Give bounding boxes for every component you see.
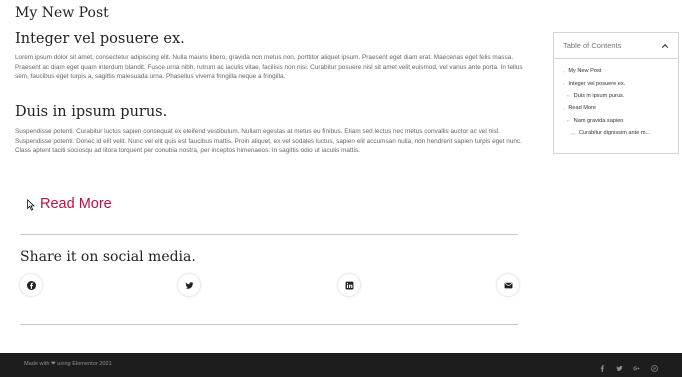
- toc-item-label: Integer vel posuere ex.: [568, 80, 626, 87]
- email-icon: [504, 282, 512, 288]
- toc-item-duis-in-ipsum[interactable]: ›› Duis in ipsum purus.: [554, 90, 678, 102]
- facebook-icon: [26, 280, 36, 290]
- toc-item-label: My New Post: [568, 68, 602, 75]
- linkedin-icon: [345, 281, 353, 289]
- toc-item-label: Read More: [568, 105, 597, 112]
- footer-pinterest-link[interactable]: [650, 364, 658, 372]
- toc-item-label: Duis in ipsum purus.: [573, 92, 625, 99]
- mouse-pointer-icon: [27, 199, 35, 211]
- share-email-button[interactable]: [496, 273, 520, 297]
- footer-google-plus-link[interactable]: [632, 364, 640, 372]
- footer-twitter-link[interactable]: [615, 364, 623, 372]
- post-title: My New Post: [15, 5, 109, 21]
- divider-bottom: [20, 324, 518, 325]
- toc-item-integer-vel[interactable]: › Integer vel posuere ex.: [554, 77, 678, 89]
- toc-item-label: Curabitur dignissim ante m...: [579, 130, 651, 137]
- toc-bullet-icon: ›››: [571, 130, 575, 136]
- toc-item-label: Nam gravida sapien: [573, 117, 624, 124]
- share-twitter-button[interactable]: [177, 273, 201, 297]
- footer-credit: Made with ❤ using Elementor 2021: [24, 361, 112, 367]
- toc-item-read-more[interactable]: › Read More: [554, 102, 678, 114]
- google-plus-icon: [632, 365, 640, 370]
- toc-title: Table of Contents: [563, 41, 622, 50]
- read-more-link[interactable]: Read More: [26, 196, 112, 212]
- share-title: Share it on social media.: [20, 249, 196, 265]
- chevron-up-icon[interactable]: [661, 42, 669, 50]
- toc-item-nam-gravida[interactable]: ›› Nam gravida sapien: [554, 115, 678, 127]
- toc-bullet-icon: ›: [563, 105, 565, 111]
- share-facebook-button[interactable]: [19, 273, 43, 297]
- toc-item-curabitur[interactable]: ››› Curabitur dignissim ante m...: [554, 127, 678, 139]
- toc-list: › My New Post › Integer vel posuere ex. ››…: [554, 59, 678, 139]
- section-heading-2: Duis in ipsum purus.: [15, 104, 168, 120]
- site-footer: Made with ❤ using Elementor 2021: [0, 353, 682, 377]
- table-of-contents: Table of Contents › My New Post › Integer …: [553, 32, 679, 154]
- share-linkedin-button[interactable]: [337, 273, 361, 297]
- toc-bullet-icon: ›: [563, 81, 565, 87]
- facebook-icon: [600, 364, 604, 372]
- section-heading-1: Integer vel posuere ex.: [15, 31, 185, 47]
- divider-top: [20, 234, 518, 235]
- toc-item-my-new-post[interactable]: › My New Post: [554, 65, 678, 77]
- toc-bullet-icon: ›: [563, 68, 565, 74]
- toc-bullet-icon: ››: [567, 93, 570, 99]
- section-paragraph-2: Suspendisse potenti. Curabitur luctus sa…: [15, 128, 522, 154]
- twitter-icon: [615, 365, 623, 371]
- pinterest-icon: [650, 364, 658, 372]
- footer-facebook-link[interactable]: [598, 364, 606, 372]
- section-paragraph-1: Lorem ipsum dolor sit amet, consectetur …: [15, 54, 523, 80]
- toc-bullet-icon: ››: [567, 118, 570, 124]
- read-more-label: Read More: [40, 196, 112, 212]
- twitter-icon: [185, 281, 193, 289]
- toc-header[interactable]: Table of Contents: [554, 33, 678, 59]
